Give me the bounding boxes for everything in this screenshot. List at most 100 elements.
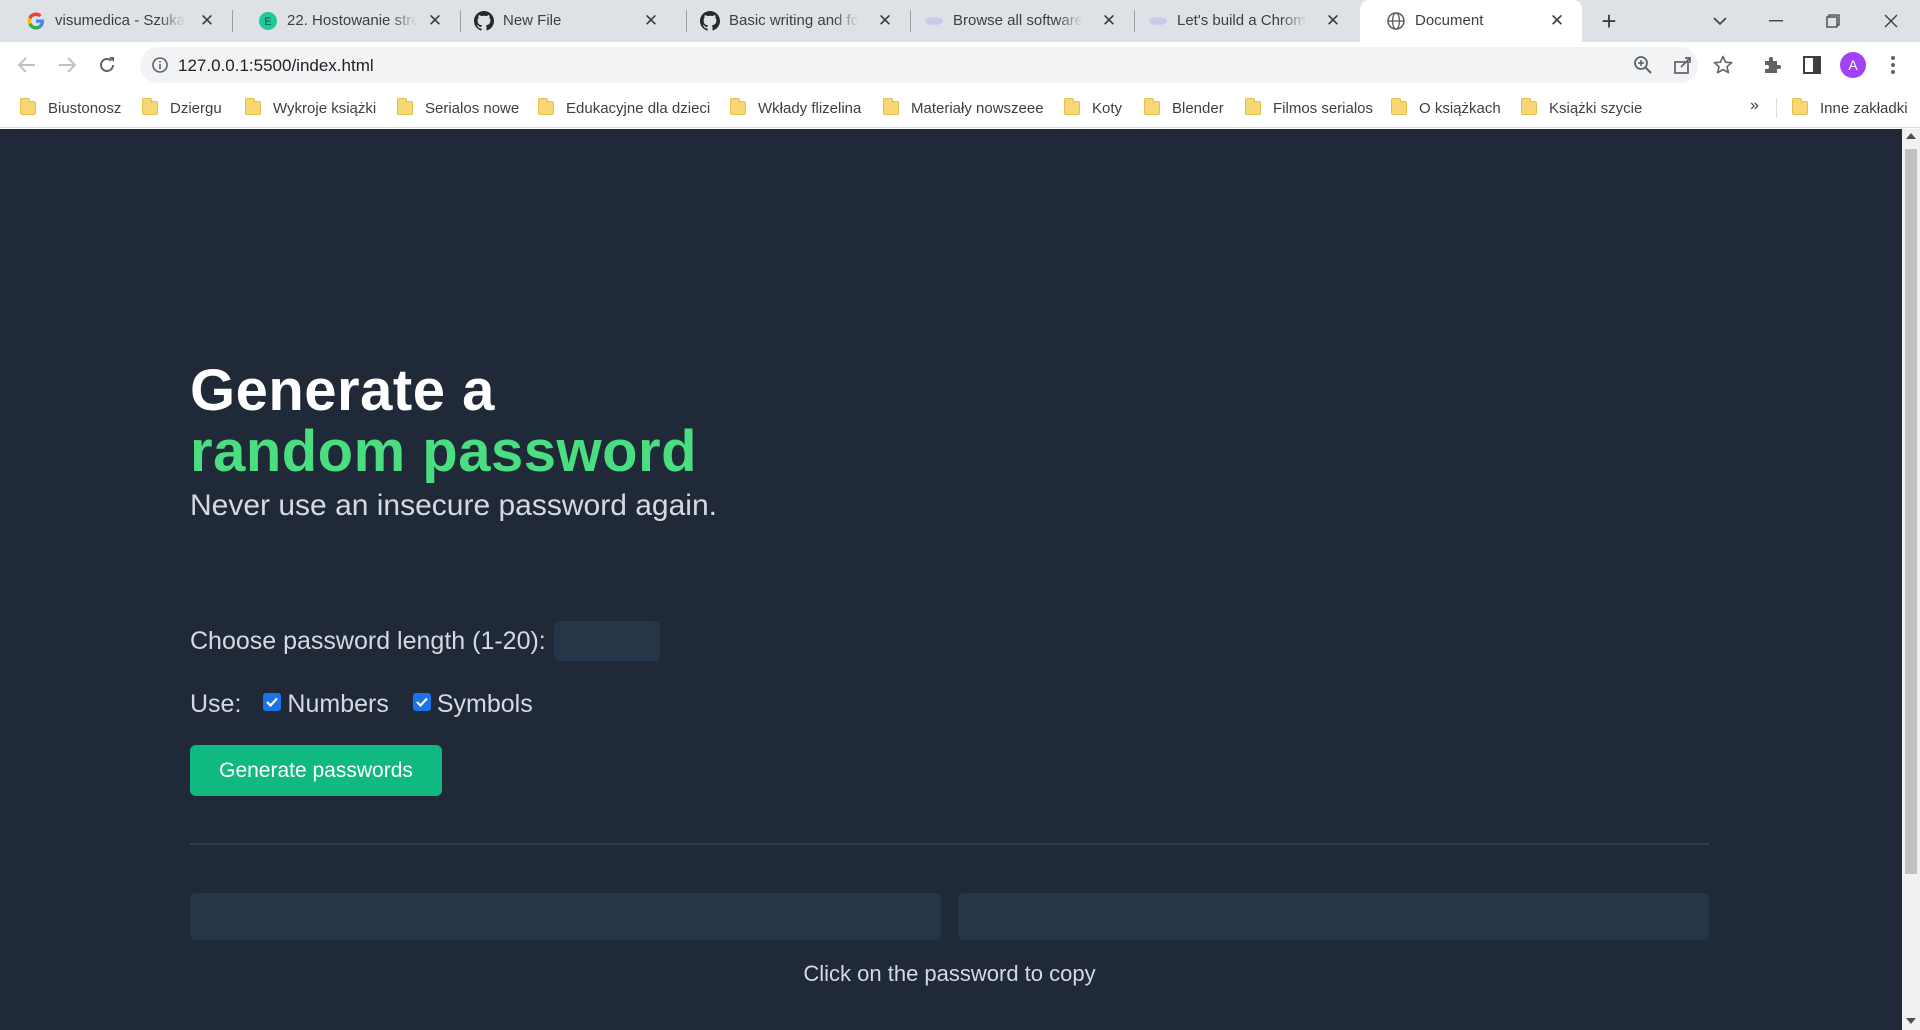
page-subtitle: Never use an insecure password again. — [190, 489, 717, 522]
copy-hint: Click on the password to copy — [803, 961, 1096, 986]
window-close-icon[interactable] — [1871, 6, 1911, 36]
restore-icon[interactable] — [1813, 6, 1853, 36]
bookmarks-divider — [1776, 98, 1777, 118]
bookmark-folder[interactable]: Dziergu — [142, 96, 222, 120]
folder-icon — [142, 98, 158, 115]
tab-strip: visumedica - Szukaj w Google ✕ E 22. Hos… — [0, 0, 1920, 42]
forward-icon[interactable] — [52, 50, 82, 80]
new-tab-button[interactable]: + — [1596, 6, 1622, 36]
other-bookmarks-folder[interactable]: Inne zakładki — [1792, 96, 1908, 120]
bookmark-folder[interactable]: Koty — [1064, 96, 1122, 120]
tab-title: visumedica - Szukaj w Google — [55, 12, 185, 29]
tab-title: 22. Hostowanie strony — [287, 12, 417, 29]
scrimba-icon — [1148, 11, 1168, 31]
tab-hosting[interactable]: E 22. Hostowanie strony ✕ — [232, 0, 460, 42]
browser-toolbar: 127.0.0.1:5500/index.html A — [0, 42, 1920, 88]
tab-title: New File — [503, 12, 562, 29]
folder-icon — [1391, 98, 1407, 115]
bookmark-label: Edukacyjne dla dzieci — [566, 99, 711, 117]
folder-icon — [20, 98, 36, 115]
folder-icon — [538, 98, 554, 115]
zoom-icon[interactable] — [1630, 52, 1656, 78]
bookmarks-overflow-button[interactable]: » — [1750, 97, 1759, 115]
tab-chrome-extension[interactable]: Let's build a Chrome Extension ✕ — [1122, 0, 1358, 42]
bookmark-folder[interactable]: Serialos nowe — [397, 96, 519, 120]
google-icon — [26, 11, 46, 31]
generate-passwords-button[interactable]: Generate passwords — [190, 745, 442, 796]
tab-basic-writing[interactable]: Basic writing and formatting ✕ — [674, 0, 910, 42]
page-title: Generate a — [190, 358, 495, 423]
bookmark-label: Blender — [1172, 99, 1224, 117]
bookmark-folder[interactable]: Biustonosz — [20, 96, 121, 120]
numbers-label[interactable]: Numbers — [287, 690, 388, 719]
length-row: Choose password length (1-20): — [190, 621, 660, 661]
bookmark-label: Inne zakładki — [1820, 99, 1908, 117]
info-icon[interactable] — [150, 55, 170, 75]
globe-icon — [1386, 11, 1406, 31]
bookmarks-bar: Biustonosz Dziergu Wykroje książki Seria… — [0, 88, 1920, 128]
folder-icon — [1792, 98, 1808, 115]
tab-title: Document — [1415, 12, 1484, 29]
github-icon — [474, 11, 494, 31]
folder-icon — [1144, 98, 1160, 115]
bookmark-folder[interactable]: O książkach — [1391, 96, 1501, 120]
share-icon[interactable] — [1670, 52, 1696, 78]
close-icon[interactable]: ✕ — [1322, 10, 1344, 32]
bookmark-label: O książkach — [1419, 99, 1501, 117]
page-scrollbar[interactable] — [1902, 129, 1920, 1030]
bookmark-label: Wykroje książki — [273, 99, 377, 117]
minimize-icon[interactable] — [1756, 6, 1796, 36]
bookmark-label: Koty — [1092, 99, 1123, 117]
folder-icon — [1521, 98, 1537, 115]
options-row: Use: Numbers Symbols — [190, 684, 557, 724]
site-e-icon: E — [258, 11, 278, 31]
scroll-thumb[interactable] — [1905, 149, 1917, 874]
close-icon[interactable]: ✕ — [1546, 10, 1568, 32]
bookmark-folder[interactable]: Filmos serialos — [1245, 96, 1373, 120]
bookmark-folder[interactable]: Blender — [1144, 96, 1224, 120]
use-label: Use: — [190, 689, 242, 718]
password-output-1[interactable] — [190, 893, 941, 940]
back-icon[interactable] — [12, 50, 42, 80]
close-icon[interactable]: ✕ — [196, 10, 218, 32]
bookmark-folder[interactable]: Materiały nowszeee — [883, 96, 1044, 120]
profile-avatar[interactable]: A — [1840, 52, 1866, 78]
bookmark-label: Filmos serialos — [1273, 99, 1374, 117]
tab-search-icon[interactable] — [1700, 6, 1740, 36]
tab-new-file[interactable]: New File ✕ — [448, 0, 676, 42]
scroll-down-arrow-icon[interactable] — [1906, 1018, 1916, 1024]
bookmark-folder[interactable]: Edukacyjne dla dzieci — [538, 96, 710, 120]
bookmark-label: Biustonosz — [48, 99, 122, 117]
bookmark-label: Serialos nowe — [425, 99, 520, 117]
length-label: Choose password length (1-20): — [190, 626, 546, 655]
folder-icon — [1064, 98, 1080, 115]
symbols-checkbox[interactable] — [412, 693, 431, 711]
reload-icon[interactable] — [92, 50, 122, 80]
bookmark-label: Dziergu — [170, 99, 222, 117]
password-output-2[interactable] — [958, 893, 1709, 940]
close-icon[interactable]: ✕ — [640, 10, 662, 32]
password-length-input[interactable] — [553, 621, 660, 661]
divider — [190, 843, 1709, 845]
bookmark-folder[interactable]: Wkłady flizelina — [730, 96, 861, 120]
bookmark-folder[interactable]: Wykroje książki — [245, 96, 376, 120]
bookmark-label: Materiały nowszeee — [911, 99, 1044, 117]
scroll-up-arrow-icon[interactable] — [1906, 133, 1916, 139]
close-icon[interactable]: ✕ — [874, 10, 896, 32]
close-icon[interactable]: ✕ — [424, 10, 446, 32]
tab-google[interactable]: visumedica - Szukaj w Google ✕ — [0, 0, 232, 42]
tab-title: Let's build a Chrome Extension — [1177, 12, 1307, 29]
tab-document[interactable]: Document ✕ — [1360, 0, 1582, 42]
menu-kebab-icon[interactable] — [1878, 50, 1908, 80]
close-icon[interactable]: ✕ — [1098, 10, 1120, 32]
address-bar[interactable]: 127.0.0.1:5500/index.html — [140, 47, 1698, 83]
side-panel-icon[interactable] — [1797, 50, 1827, 80]
scrimba-icon — [924, 11, 944, 31]
symbols-label[interactable]: Symbols — [437, 690, 533, 719]
numbers-checkbox[interactable] — [263, 693, 282, 711]
folder-icon — [883, 98, 899, 115]
bookmark-folder[interactable]: Książki szycie — [1521, 96, 1642, 120]
tab-browse-software[interactable]: Browse all software development ✕ — [898, 0, 1134, 42]
bookmark-star-icon[interactable] — [1710, 52, 1736, 78]
extensions-icon[interactable] — [1757, 50, 1787, 80]
